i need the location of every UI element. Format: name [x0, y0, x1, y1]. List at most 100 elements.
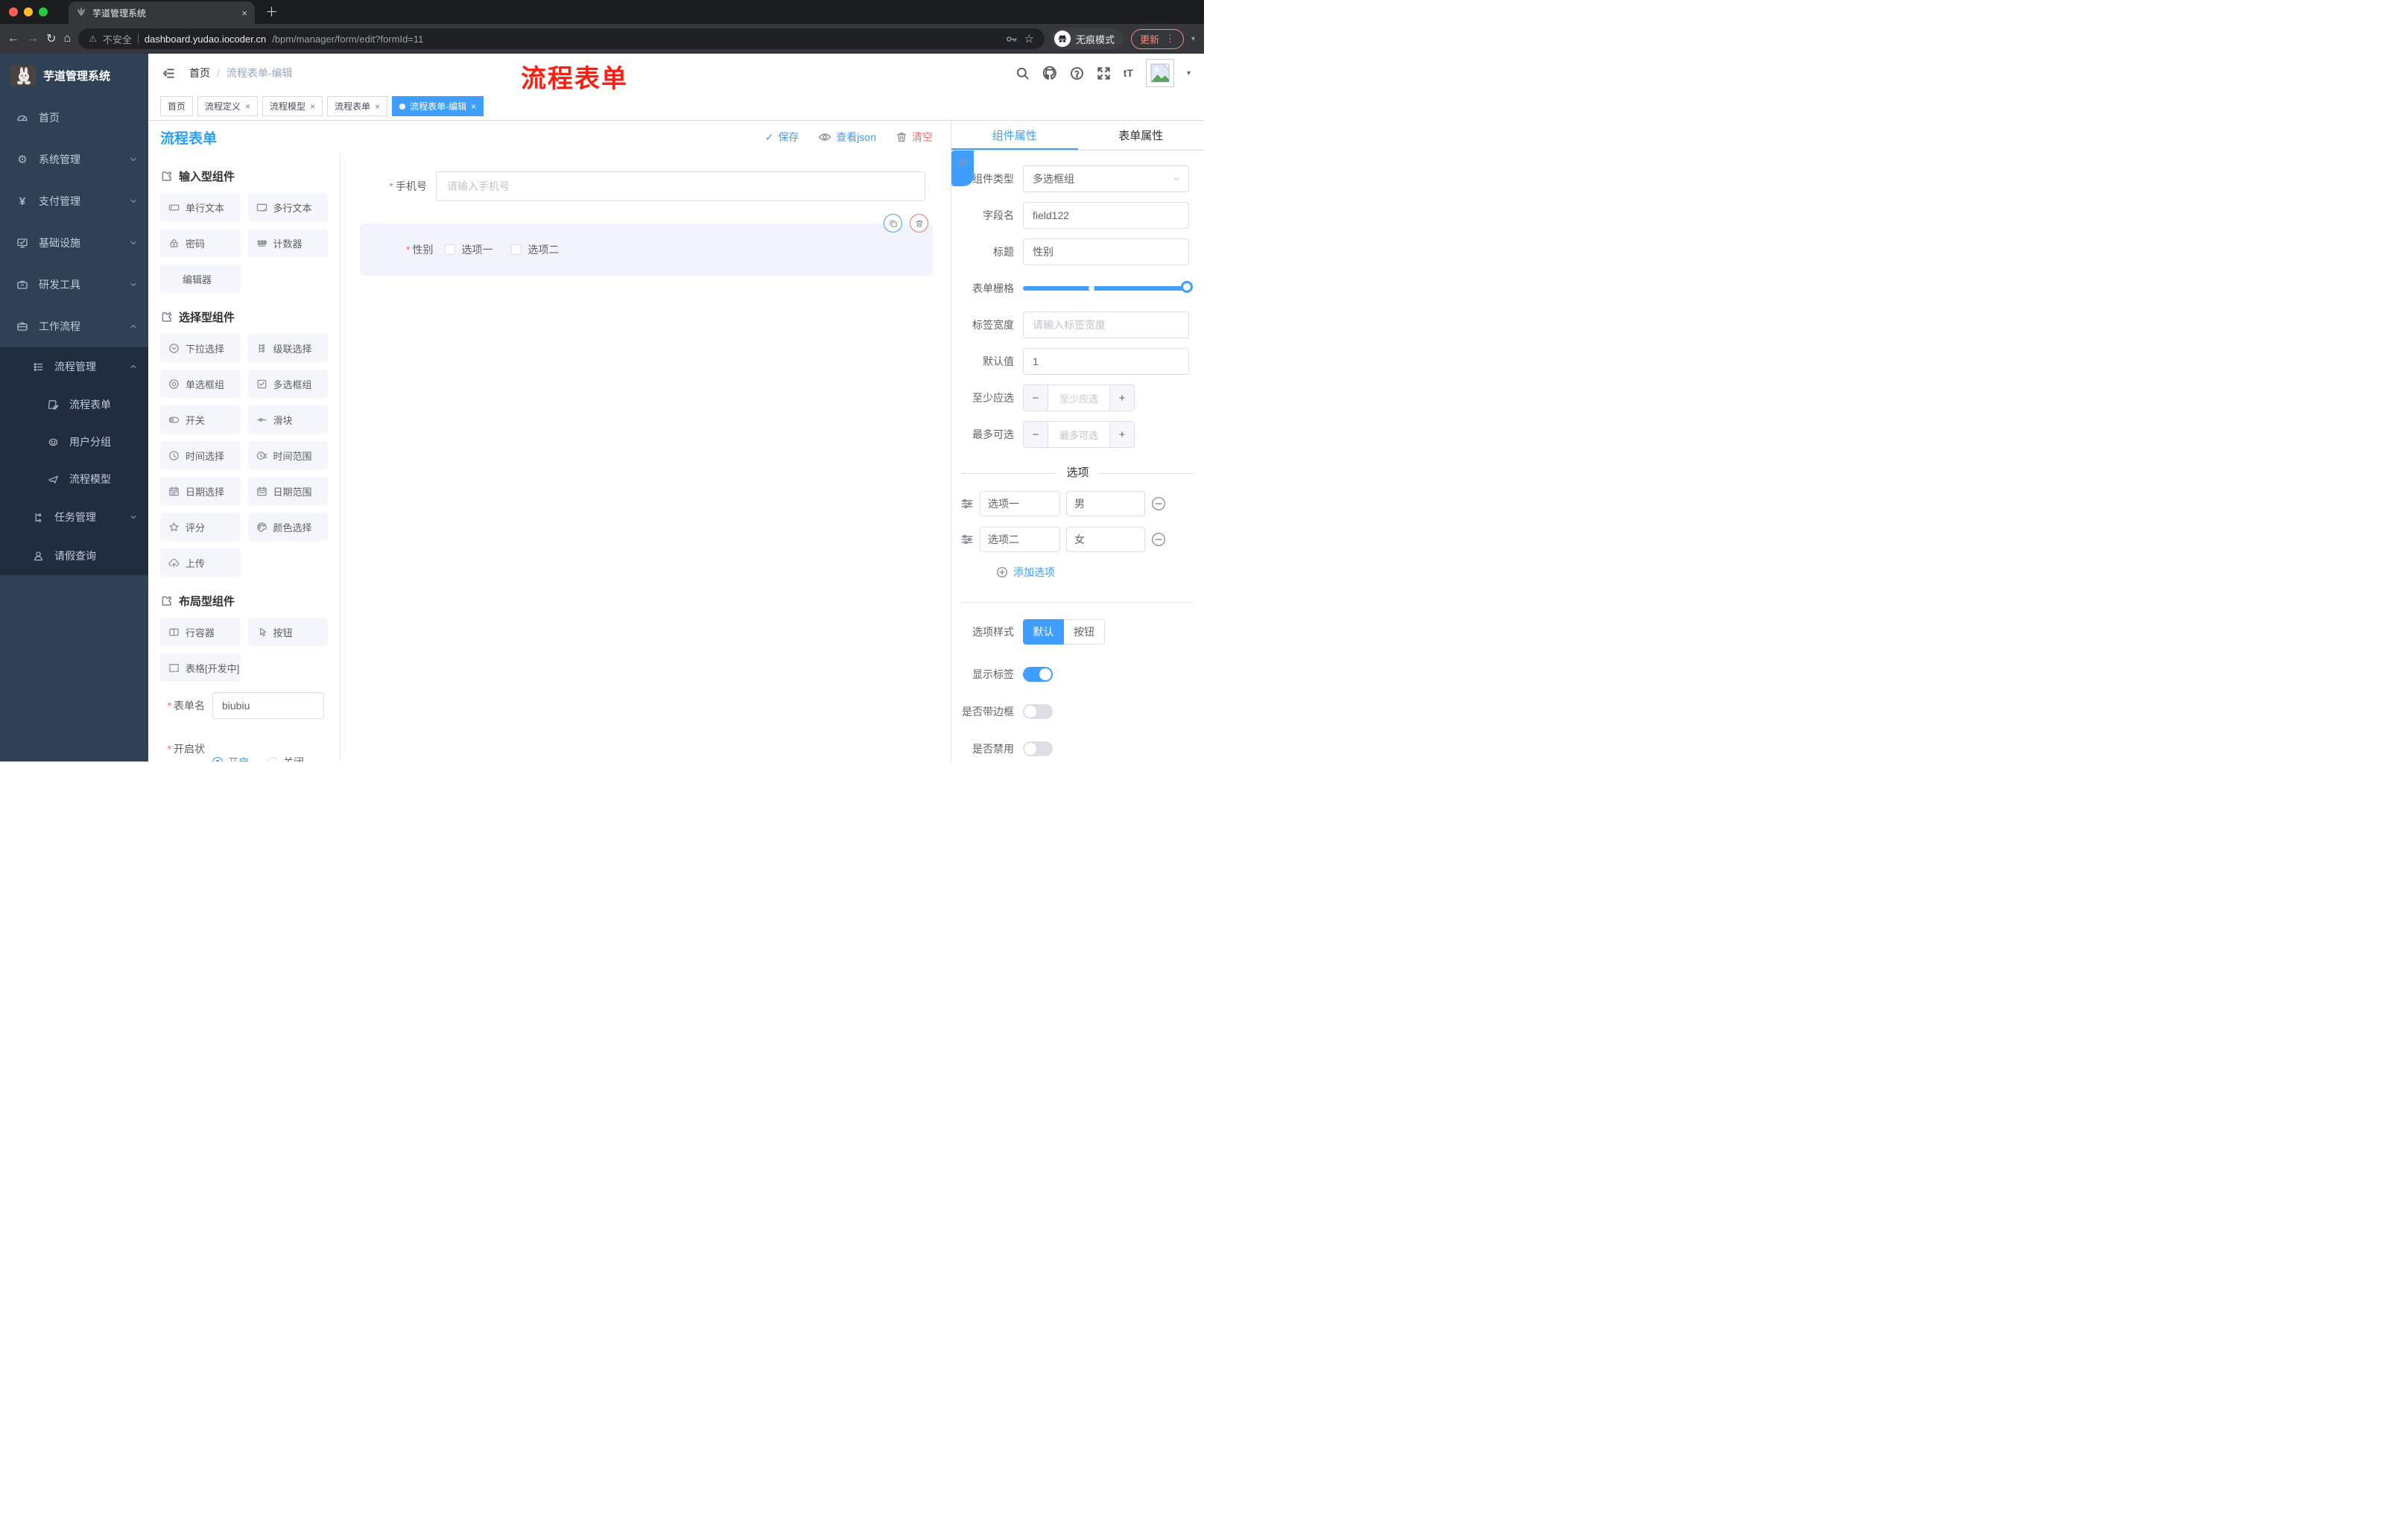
- form-name-input[interactable]: [212, 692, 324, 719]
- address-bar[interactable]: ⚠ 不安全 dashboard.yudao.iocoder.cn/bpm/man…: [78, 28, 1045, 49]
- sidebar-item-home[interactable]: 首页: [0, 97, 148, 139]
- route-tab-close-icon[interactable]: ×: [310, 101, 315, 112]
- palette-item-multi-text[interactable]: 多行文本: [247, 193, 328, 221]
- route-tab-process-form[interactable]: 流程表单 ×: [327, 96, 388, 116]
- form-canvas[interactable]: *手机号 *性别 选项一 选项二: [340, 153, 951, 762]
- palette-item-button[interactable]: 按钮: [247, 618, 328, 646]
- gender-option-1[interactable]: 选项一: [445, 242, 492, 257]
- sidebar-item-devtools[interactable]: 研发工具: [0, 264, 148, 305]
- route-tab-close-icon[interactable]: ×: [471, 101, 476, 112]
- drag-handle-icon[interactable]: [960, 497, 974, 510]
- view-json-button[interactable]: 查看json: [818, 130, 876, 145]
- slider-handle[interactable]: [1181, 281, 1193, 293]
- copy-component-button[interactable]: [884, 214, 902, 232]
- palette-item-time-picker[interactable]: 时间选择: [160, 441, 241, 469]
- default-value-input[interactable]: [1023, 348, 1189, 375]
- style-default-button[interactable]: 默认: [1023, 619, 1064, 645]
- disabled-toggle[interactable]: [1023, 741, 1053, 756]
- radio-off-icon[interactable]: [267, 757, 278, 762]
- link-tag-button[interactable]: [951, 151, 974, 186]
- palette-item-slider[interactable]: 滑块: [247, 405, 328, 434]
- font-size-icon[interactable]: tT: [1124, 67, 1133, 79]
- tab-form-props[interactable]: 表单属性: [1078, 121, 1205, 150]
- phone-input[interactable]: [436, 171, 925, 201]
- radio-on-icon[interactable]: [212, 757, 223, 762]
- browser-menu-kebab-icon[interactable]: ⋮: [1165, 33, 1175, 45]
- palette-item-checkbox-group[interactable]: 多选框组: [247, 370, 328, 398]
- stepper-plus-button[interactable]: +: [1109, 422, 1134, 447]
- status-off-radio[interactable]: 关闭: [267, 755, 304, 762]
- tab-close-icon[interactable]: ×: [241, 7, 247, 19]
- palette-item-radio-group[interactable]: 单选框组: [160, 370, 241, 398]
- avatar[interactable]: [1145, 59, 1174, 87]
- add-option-button[interactable]: 添加选项: [996, 565, 1204, 580]
- stepper-plus-button[interactable]: +: [1109, 385, 1134, 411]
- route-tab-process-model[interactable]: 流程模型 ×: [262, 96, 323, 116]
- sidebar-item-infra[interactable]: 基础设施: [0, 222, 148, 264]
- max-select-stepper[interactable]: − 最多可选 +: [1023, 421, 1135, 448]
- clear-button[interactable]: 清空: [896, 130, 933, 145]
- breadcrumb-home[interactable]: 首页: [189, 66, 210, 80]
- password-key-icon[interactable]: [1005, 33, 1018, 45]
- palette-item-counter[interactable]: 123 计数器: [247, 229, 328, 257]
- slider-track[interactable]: [1023, 281, 1193, 293]
- sidebar-item-process-model[interactable]: 流程模型: [0, 460, 148, 498]
- stepper-minus-button[interactable]: −: [1024, 385, 1048, 411]
- route-tab-process-form-edit[interactable]: 流程表单-编辑 ×: [392, 96, 484, 116]
- palette-item-row-container[interactable]: 行容器: [160, 618, 241, 646]
- close-window-button[interactable]: [9, 7, 18, 16]
- field-name-input[interactable]: [1023, 202, 1189, 229]
- sidebar-item-workflow[interactable]: 工作流程: [0, 305, 148, 347]
- back-icon[interactable]: ←: [7, 32, 19, 45]
- github-icon[interactable]: [1042, 66, 1057, 80]
- stepper-minus-button[interactable]: −: [1024, 422, 1048, 447]
- minimize-window-button[interactable]: [24, 7, 33, 16]
- option-value-input[interactable]: [1066, 527, 1145, 552]
- gender-option-2[interactable]: 选项二: [511, 242, 559, 257]
- show-label-toggle[interactable]: [1023, 667, 1053, 682]
- checkbox-icon[interactable]: [511, 244, 522, 255]
- sidebar-item-system[interactable]: ⚙ 系统管理: [0, 139, 148, 180]
- home-icon[interactable]: ⌂: [63, 32, 71, 45]
- border-toggle[interactable]: [1023, 704, 1053, 719]
- style-button-button[interactable]: 按钮: [1064, 619, 1105, 645]
- reload-icon[interactable]: ↻: [46, 31, 56, 46]
- route-tab-close-icon[interactable]: ×: [245, 101, 250, 112]
- palette-item-rate[interactable]: 评分: [160, 513, 241, 541]
- palette-item-color-picker[interactable]: 颜色选择: [247, 513, 328, 541]
- drag-handle-icon[interactable]: [960, 533, 974, 546]
- search-icon[interactable]: [1016, 66, 1030, 80]
- collapse-sidebar-icon[interactable]: [162, 66, 176, 80]
- checkbox-icon[interactable]: [445, 244, 456, 255]
- sidebar-item-payment[interactable]: ¥ 支付管理: [0, 180, 148, 222]
- bookmark-star-icon[interactable]: ☆: [1024, 32, 1033, 45]
- forward-icon[interactable]: →: [27, 32, 39, 45]
- route-tab-home[interactable]: 首页: [160, 96, 194, 116]
- browser-tab[interactable]: 芋道管理系统 ×: [69, 1, 255, 24]
- window-caret-icon[interactable]: ▾: [1191, 35, 1195, 43]
- palette-item-time-range[interactable]: 时间范围: [247, 441, 328, 469]
- fullscreen-icon[interactable]: [1097, 66, 1111, 80]
- palette-item-single-text[interactable]: 单行文本: [160, 193, 241, 221]
- help-icon[interactable]: [1070, 66, 1084, 80]
- remove-option-icon[interactable]: [1151, 496, 1166, 511]
- sidebar-item-task-mgmt[interactable]: 任务管理: [0, 498, 148, 536]
- palette-item-editor[interactable]: 编辑器: [160, 265, 241, 293]
- palette-item-cascader[interactable]: 级联选择: [247, 334, 328, 362]
- palette-item-upload[interactable]: 上传: [160, 548, 241, 577]
- sidebar-item-process-mgmt[interactable]: 流程管理: [0, 347, 148, 386]
- palette-item-table[interactable]: 表格[开发中]: [160, 653, 241, 682]
- min-select-stepper[interactable]: − 至少应选 +: [1023, 384, 1135, 411]
- palette-item-date-picker[interactable]: 日期选择: [160, 477, 241, 505]
- update-button[interactable]: 更新 ⋮: [1130, 28, 1184, 49]
- tab-component-props[interactable]: 组件属性: [951, 121, 1078, 150]
- sidebar-item-process-form[interactable]: 流程表单: [0, 386, 148, 423]
- title-input[interactable]: [1023, 238, 1189, 265]
- avatar-caret-icon[interactable]: ▾: [1187, 69, 1191, 77]
- new-tab-button[interactable]: ＋: [265, 1, 278, 20]
- palette-item-switch[interactable]: 开关: [160, 405, 241, 434]
- option-label-input[interactable]: [980, 527, 1060, 552]
- route-tab-process-def[interactable]: 流程定义 ×: [197, 96, 259, 116]
- option-value-input[interactable]: [1066, 491, 1145, 516]
- save-button[interactable]: ✓ 保存: [765, 130, 799, 145]
